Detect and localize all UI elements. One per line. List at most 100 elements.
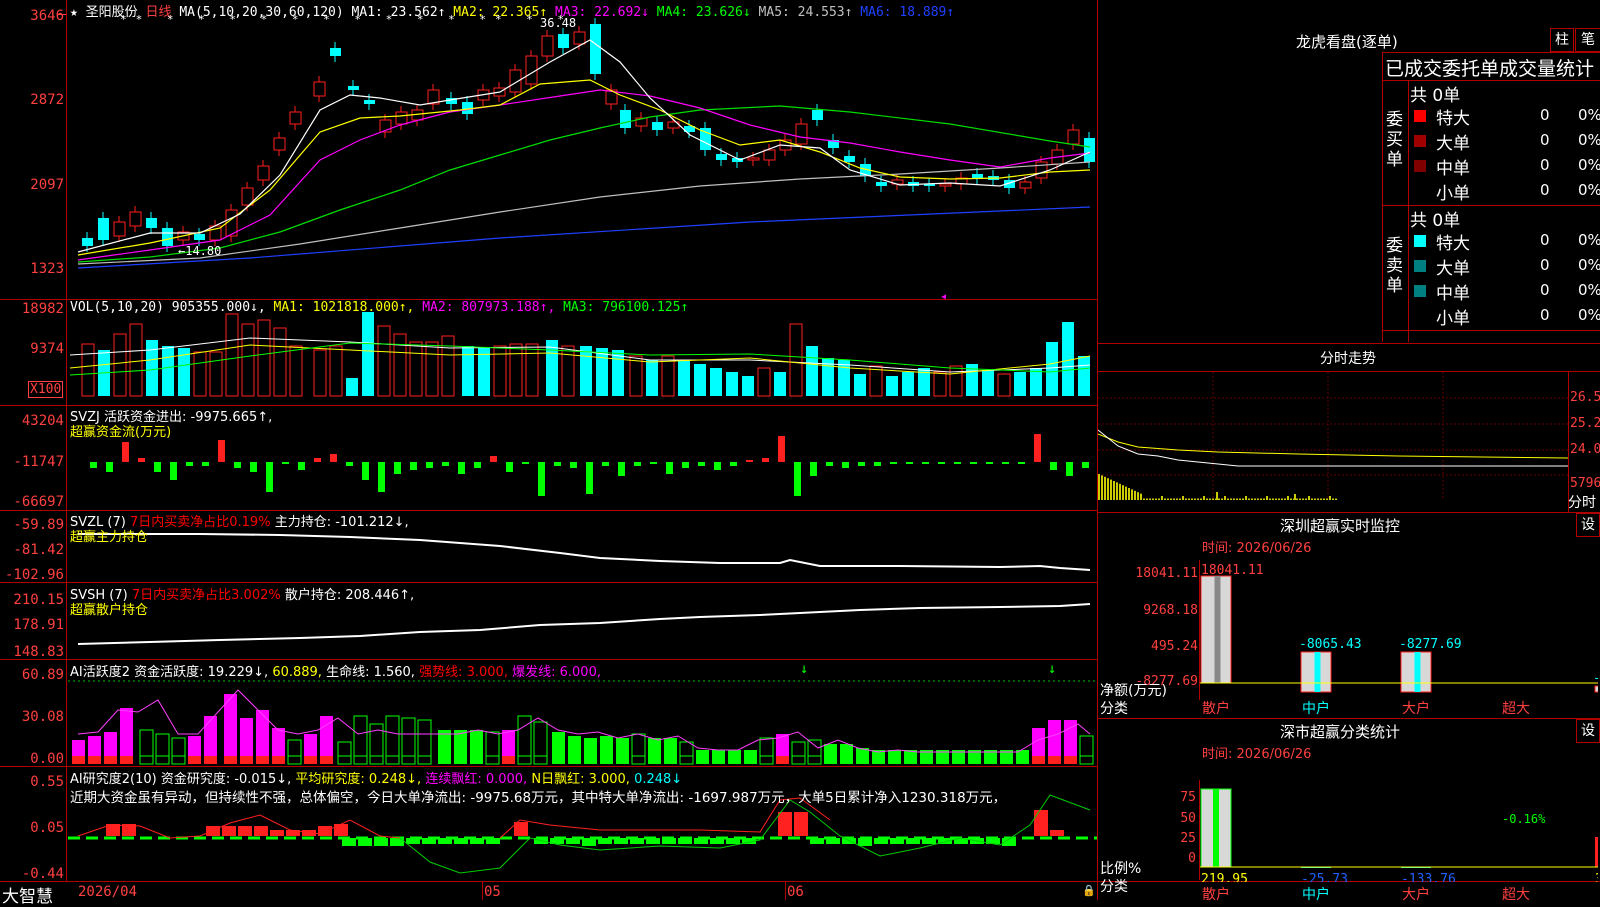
intraday-vol-3 xyxy=(1107,478,1109,500)
ai1-base-32 xyxy=(600,756,613,764)
szc-extra: -0.16% xyxy=(1502,812,1546,826)
vol-bar-27 xyxy=(525,343,539,397)
lhb-left-border xyxy=(1382,52,1383,342)
intraday-vol-77 xyxy=(1329,496,1331,500)
lock-icon[interactable]: 🔒 xyxy=(1082,884,1096,897)
ai1-base-52 xyxy=(920,756,933,764)
svzj-bar-17 xyxy=(362,462,369,480)
intraday-vol-59 xyxy=(1275,498,1277,500)
ai1-base-22 xyxy=(438,756,451,764)
intraday-axis-3: 24.01 xyxy=(1570,442,1600,457)
ai2-neg-bar-4 xyxy=(406,838,420,844)
star-icon[interactable]: ★ xyxy=(70,5,78,20)
ai1-base-43 xyxy=(776,756,789,764)
ai1-arrow-2: ↓ xyxy=(1048,661,1057,677)
szc-settings-button[interactable]: 设 xyxy=(1576,719,1600,743)
vol-bar-34 xyxy=(646,360,658,396)
intraday-vol-58 xyxy=(1272,498,1274,500)
x100-badge[interactable]: X100 xyxy=(28,381,64,398)
ai1-base-40 xyxy=(728,756,741,764)
svzj-bar-2 xyxy=(122,442,129,462)
candle-12 xyxy=(273,137,286,151)
ai2-bar-4 xyxy=(238,826,252,836)
szc-cat-2: 大户 xyxy=(1402,887,1430,903)
ai1-burst: 爆发线: 6.000, xyxy=(512,665,601,680)
ai2-neg-bar-27 xyxy=(858,838,872,846)
svzj-bar-34 xyxy=(634,462,641,466)
svzj-bar-6 xyxy=(186,462,193,466)
candle-47 xyxy=(844,156,855,162)
szc-bar-label-0: 219.95 xyxy=(1201,872,1248,882)
szc-chart[interactable]: 219.95 -25.73 -133.76 39.54 xyxy=(1200,770,1598,882)
ai2-axis-3: -0.44 xyxy=(21,866,64,882)
svzj-bar-8 xyxy=(218,440,225,462)
intraday-vol-48 xyxy=(1242,498,1244,500)
ai1-base-10 xyxy=(240,756,253,764)
vol-ma1: MA1: 1021818.000↑, xyxy=(273,300,415,315)
svzj-bar-23 xyxy=(458,462,465,474)
vol-bar-58 xyxy=(1030,368,1042,396)
candle-49 xyxy=(876,182,887,186)
vol-bar-0 xyxy=(81,343,95,397)
candle-14 xyxy=(313,81,326,97)
intraday-chart[interactable] xyxy=(1098,372,1568,512)
lhb-bar-button[interactable]: 柱 xyxy=(1550,28,1574,52)
szm-settings-button[interactable]: 设 xyxy=(1576,513,1600,537)
vol-value: 905355.000↓, xyxy=(171,300,266,315)
svzj-bar-57 xyxy=(1002,462,1009,464)
svsh-axis-2: 178.91 xyxy=(13,617,64,633)
ai1-base-56 xyxy=(984,756,997,764)
szm-chart[interactable]: 18041.11 -8065.43 -8277.69 -1697.99 xyxy=(1200,560,1598,720)
sell-row-pct-3: 0% xyxy=(1578,306,1600,324)
intraday-vol-32 xyxy=(1194,498,1196,500)
lhb-tick-button[interactable]: 笔 xyxy=(1575,28,1600,52)
ma-item-5: MA5: 24.553↑ xyxy=(750,5,853,20)
candle-11 xyxy=(257,165,270,181)
szc-bar-label-1: -25.73 xyxy=(1301,872,1348,882)
vol-bar-44 xyxy=(806,346,818,396)
szm-bar-label-3: -1697.99 xyxy=(1593,671,1598,686)
ai2-neg-bar-17 xyxy=(646,838,660,844)
vol-bar-9 xyxy=(225,313,239,397)
intraday-vol-79 xyxy=(1335,498,1337,500)
intraday-vol-37 xyxy=(1209,498,1211,500)
candle-31 xyxy=(590,24,601,74)
intraday-vol-31 xyxy=(1191,498,1193,500)
ai1-base-9 xyxy=(224,756,237,764)
svzj-bar-44 xyxy=(794,462,801,496)
candle-28 xyxy=(541,35,554,57)
candle-33 xyxy=(620,110,631,128)
ai1-base-0 xyxy=(72,756,85,764)
ai1-base-55 xyxy=(968,756,981,764)
intraday-axis-4: 57960 xyxy=(1570,476,1600,491)
ai2-neg-bar-29 xyxy=(890,838,904,844)
ai1-base-57 xyxy=(1000,756,1013,764)
svzj-bar-12 xyxy=(282,462,289,464)
intraday-vol-23 xyxy=(1167,498,1169,500)
svzj-bar-27 xyxy=(522,462,529,464)
svzj-axis-3: -66697 xyxy=(13,494,64,510)
ai2-neg-bar-19 xyxy=(678,838,692,844)
candle-44 xyxy=(795,123,808,145)
ai2-neg-bar-31 xyxy=(922,838,936,844)
ai2-extra: 0.248↓ xyxy=(634,772,683,787)
main-chart-canvas[interactable]: ◂ xyxy=(0,0,1097,882)
vol-bar-56 xyxy=(997,373,1011,397)
szm-bar-label-0: 18041.11 xyxy=(1201,563,1264,578)
szc-bar-label-2: -133.76 xyxy=(1401,872,1456,882)
vol-bar-47 xyxy=(854,374,866,396)
vol-axis-1: 18982 xyxy=(21,301,64,317)
cursor-marker: ◂ xyxy=(940,289,947,303)
intraday-vol-24 xyxy=(1170,498,1172,500)
vol-bar-5 xyxy=(162,346,174,396)
ai1-base-53 xyxy=(936,756,949,764)
intraday-vol-43 xyxy=(1227,498,1229,500)
lhb-sep-4 xyxy=(1382,330,1600,331)
buy-row-pct-1: 0% xyxy=(1578,131,1600,149)
szm-cat-1: 中户 xyxy=(1302,701,1330,717)
ai1-base-15 xyxy=(320,756,333,764)
szm-bar-3 xyxy=(1594,685,1598,693)
vol-ma2: MA2: 807973.188↑, xyxy=(422,300,556,315)
ai1-base-58 xyxy=(1016,756,1029,764)
ai1-base-8 xyxy=(204,756,217,764)
